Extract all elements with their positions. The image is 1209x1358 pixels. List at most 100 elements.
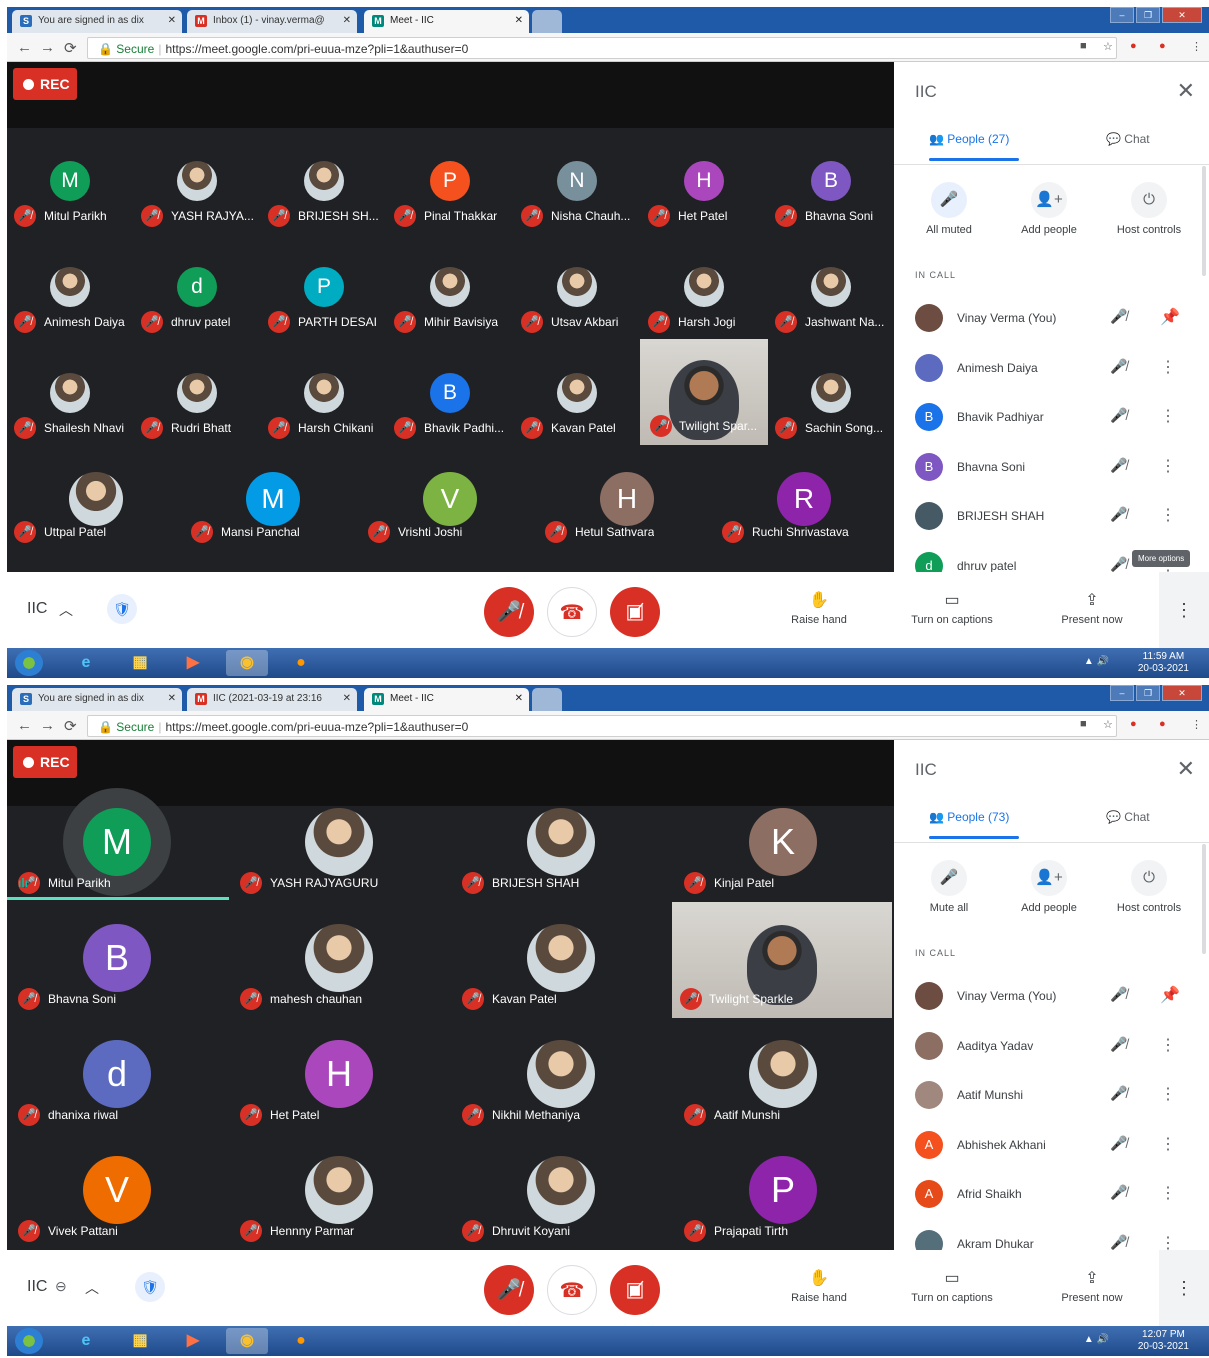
- restore-window-icon[interactable]: ❐: [1136, 7, 1160, 23]
- more-options-icon[interactable]: ⋮: [1160, 456, 1176, 476]
- new-tab-button[interactable]: [532, 10, 562, 33]
- close-panel-icon[interactable]: ✕: [1177, 78, 1195, 104]
- raise-hand-button[interactable]: ✋ Raise hand: [764, 1268, 874, 1304]
- close-panel-icon[interactable]: ✕: [1177, 756, 1195, 782]
- more-options-icon[interactable]: ⋮: [1160, 406, 1176, 426]
- meeting-title[interactable]: IIC: [27, 1278, 47, 1296]
- extension-icon[interactable]: ●: [1130, 40, 1137, 52]
- minimize-window-icon[interactable]: –: [1110, 7, 1134, 23]
- extension-icon[interactable]: ●: [1130, 718, 1137, 730]
- explorer-icon[interactable]: ▦: [119, 650, 161, 676]
- close-tab-icon[interactable]: ✕: [515, 15, 523, 26]
- url-field[interactable]: 🔒 Secure | https://meet.google.com/pri-euu…: [87, 715, 1117, 737]
- participant-row[interactable]: BRIJESH SHAH 🎤̸ ⋮: [915, 500, 1195, 534]
- captions-button[interactable]: ▭ Turn on captions: [897, 1268, 1007, 1304]
- camera-icon[interactable]: ■: [1080, 40, 1087, 52]
- close-tab-icon[interactable]: ✕: [343, 693, 351, 704]
- ie-icon[interactable]: e: [65, 1328, 107, 1354]
- abp-icon[interactable]: ●: [1159, 718, 1166, 730]
- mute-all-button[interactable]: 🎤 Mute all: [899, 860, 999, 914]
- tab-chat[interactable]: 💬 Chat: [1106, 132, 1150, 146]
- tab-people[interactable]: 👥 People (27): [929, 132, 1009, 146]
- chevron-up-icon[interactable]: ︿: [59, 600, 73, 620]
- explorer-icon[interactable]: ▦: [119, 1328, 161, 1354]
- more-options-icon[interactable]: ⋮: [1160, 1035, 1176, 1055]
- browser-tab[interactable]: M Meet - IIC ✕: [364, 688, 529, 711]
- participant-row[interactable]: Aaditya Yadav 🎤̸ ⋮: [915, 1030, 1195, 1064]
- camera-icon[interactable]: ■: [1080, 718, 1087, 730]
- participant-row[interactable]: Animesh Daiya 🎤̸ ⋮: [915, 352, 1195, 386]
- start-button[interactable]: [15, 1328, 43, 1354]
- present-now-button[interactable]: ⇪ Present now: [1037, 1268, 1147, 1304]
- shield-icon[interactable]: 🛡: [107, 594, 137, 624]
- more-options-icon[interactable]: ⋮: [1160, 1183, 1176, 1203]
- volume-icon[interactable]: ▲ 🔊: [1084, 656, 1109, 667]
- firefox-icon[interactable]: ●: [280, 1328, 322, 1354]
- minimize-window-icon[interactable]: –: [1110, 685, 1134, 701]
- participant-row[interactable]: Aatif Munshi 🎤̸ ⋮: [915, 1079, 1195, 1113]
- browser-tab[interactable]: M Inbox (1) - vinay.verma@ ✕: [187, 10, 357, 33]
- present-now-button[interactable]: ⇪ Present now: [1037, 590, 1147, 626]
- url-field[interactable]: 🔒 Secure | https://meet.google.com/pri-euu…: [87, 37, 1117, 59]
- back-icon[interactable]: ←: [17, 39, 32, 56]
- browser-tab[interactable]: S You are signed in as dix ✕: [12, 10, 182, 33]
- mic-off-button[interactable]: 🎤̸: [484, 587, 534, 637]
- close-tab-icon[interactable]: ✕: [168, 693, 176, 704]
- back-icon[interactable]: ←: [17, 717, 32, 734]
- more-options-icon[interactable]: ⋮: [1160, 1084, 1176, 1104]
- shield-icon[interactable]: 🛡: [135, 1272, 165, 1302]
- mic-off-button[interactable]: 🎤̸: [484, 1265, 534, 1315]
- participant-row[interactable]: Vinay Verma (You) 🎤̸ 📌: [915, 980, 1195, 1014]
- more-options-button[interactable]: ⋮: [1159, 1250, 1209, 1326]
- forward-icon[interactable]: →: [40, 39, 55, 56]
- reload-icon[interactable]: ⟳: [64, 717, 77, 735]
- reload-icon[interactable]: ⟳: [64, 39, 77, 57]
- more-options-icon[interactable]: ⋮: [1160, 1134, 1176, 1154]
- menu-icon[interactable]: ⋮: [1191, 718, 1202, 731]
- copy-link-icon[interactable]: ⊖: [55, 1278, 67, 1295]
- bookmark-star-icon[interactable]: ☆: [1103, 40, 1113, 53]
- camera-off-button[interactable]: ▣̸: [610, 1265, 660, 1315]
- close-tab-icon[interactable]: ✕: [515, 693, 523, 704]
- pin-icon[interactable]: 📌: [1160, 985, 1180, 1005]
- restore-window-icon[interactable]: ❐: [1136, 685, 1160, 701]
- add-people-button[interactable]: 👤+ Add people: [999, 182, 1099, 236]
- raise-hand-button[interactable]: ✋ Raise hand: [764, 590, 874, 626]
- browser-tab[interactable]: S You are signed in as dix ✕: [12, 688, 182, 711]
- new-tab-button[interactable]: [532, 688, 562, 711]
- volume-icon[interactable]: ▲ 🔊: [1084, 1334, 1109, 1345]
- camera-off-button[interactable]: ▣̸: [610, 587, 660, 637]
- host-controls-button[interactable]: ⏻ Host controls: [1099, 860, 1199, 914]
- add-people-button[interactable]: 👤+ Add people: [999, 860, 1099, 914]
- end-call-button[interactable]: ☎: [547, 587, 597, 637]
- mute-all-button[interactable]: 🎤 All muted: [899, 182, 999, 236]
- host-controls-button[interactable]: ⏻ Host controls: [1099, 182, 1199, 236]
- participant-row[interactable]: A Abhishek Akhani 🎤̸ ⋮: [915, 1129, 1195, 1163]
- tab-chat[interactable]: 💬 Chat: [1106, 810, 1150, 824]
- close-tab-icon[interactable]: ✕: [168, 15, 176, 26]
- firefox-icon[interactable]: ●: [280, 650, 322, 676]
- panel-scrollbar[interactable]: [1202, 844, 1206, 954]
- bookmark-star-icon[interactable]: ☆: [1103, 718, 1113, 731]
- start-button[interactable]: [15, 650, 43, 676]
- participant-row[interactable]: B Bhavna Soni 🎤̸ ⋮: [915, 451, 1195, 485]
- close-window-icon[interactable]: ✕: [1162, 685, 1202, 701]
- media-icon[interactable]: ▶: [172, 650, 214, 676]
- tab-people[interactable]: 👥 People (73): [929, 810, 1009, 824]
- participant-row[interactable]: A Afrid Shaikh 🎤̸ ⋮: [915, 1178, 1195, 1212]
- more-options-icon[interactable]: ⋮: [1160, 505, 1176, 525]
- browser-tab[interactable]: M Meet - IIC ✕: [364, 10, 529, 33]
- forward-icon[interactable]: →: [40, 717, 55, 734]
- browser-tab[interactable]: M IIC (2021-03-19 at 23:16 ✕: [187, 688, 357, 711]
- panel-scrollbar[interactable]: [1202, 166, 1206, 276]
- menu-icon[interactable]: ⋮: [1191, 40, 1202, 53]
- captions-button[interactable]: ▭ Turn on captions: [897, 590, 1007, 626]
- media-icon[interactable]: ▶: [172, 1328, 214, 1354]
- more-options-icon[interactable]: ⋮: [1160, 357, 1176, 377]
- ie-icon[interactable]: e: [65, 650, 107, 676]
- close-tab-icon[interactable]: ✕: [343, 15, 351, 26]
- meeting-title[interactable]: IIC: [27, 600, 47, 618]
- chrome-icon[interactable]: ◉: [226, 1328, 268, 1354]
- close-window-icon[interactable]: ✕: [1162, 7, 1202, 23]
- participant-row[interactable]: B Bhavik Padhiyar 🎤̸ ⋮: [915, 401, 1195, 435]
